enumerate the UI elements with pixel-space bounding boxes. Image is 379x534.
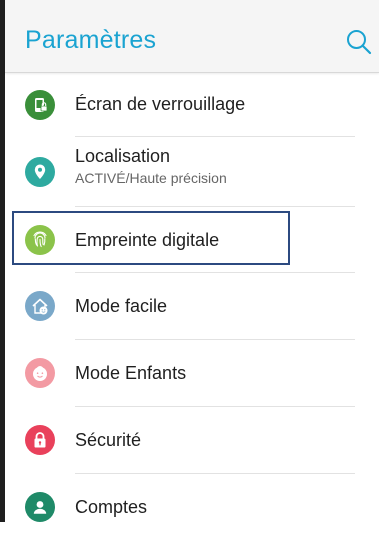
fingerprint-icon (25, 225, 55, 255)
page-title: Paramètres (25, 26, 157, 54)
settings-item-label: Empreinte digitale (75, 230, 220, 250)
settings-item-easy-mode[interactable]: Mode facile (5, 273, 379, 340)
security-lock-icon (25, 425, 55, 455)
search-button[interactable] (345, 28, 373, 56)
settings-item-lock-screen[interactable]: Écran de verrouillage (5, 73, 379, 137)
settings-item-security[interactable]: Sécurité (5, 407, 379, 474)
settings-item-label: Mode Enfants (75, 363, 187, 383)
settings-item-location[interactable]: Localisation ACTIVÉ/Haute précision (5, 137, 379, 207)
settings-item-label: Écran de verrouillage (75, 94, 246, 114)
location-icon (25, 157, 55, 187)
settings-list: Écran de verrouillage Localisation ACTIV… (5, 73, 379, 534)
settings-item-label: Sécurité (75, 430, 142, 450)
settings-item-label: Comptes (75, 497, 148, 517)
settings-item-fingerprint[interactable]: Empreinte digitale (5, 207, 379, 273)
search-icon (347, 30, 372, 55)
lock-screen-icon (25, 90, 55, 120)
settings-item-label: Localisation (75, 146, 171, 166)
settings-item-label: Mode facile (75, 296, 168, 316)
easy-mode-icon (25, 291, 55, 321)
app-bar: Paramètres (5, 0, 379, 73)
kids-mode-icon (25, 358, 55, 388)
settings-item-accounts[interactable]: Comptes (5, 474, 379, 534)
accounts-icon (25, 492, 55, 522)
settings-item-kids-mode[interactable]: Mode Enfants (5, 340, 379, 407)
settings-item-subtitle: ACTIVÉ/Haute précision (75, 170, 227, 186)
